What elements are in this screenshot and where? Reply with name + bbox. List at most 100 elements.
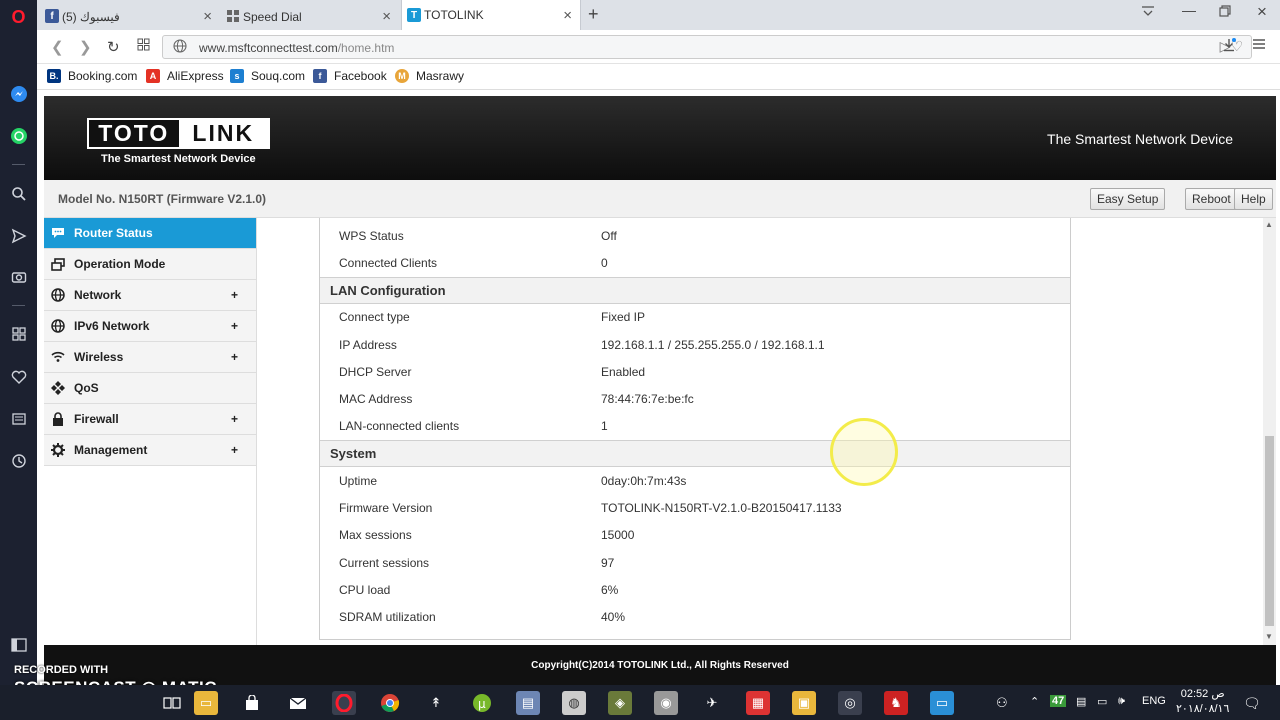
camera-icon[interactable] bbox=[8, 266, 29, 287]
page-scrollbar[interactable]: ▲ ▼ bbox=[1263, 218, 1276, 645]
close-icon[interactable]: × bbox=[382, 8, 391, 25]
menu-item-ipv6-network[interactable]: IPv6 Network + bbox=[44, 311, 256, 342]
battery-icon[interactable]: ▭ bbox=[1097, 695, 1107, 708]
expand-icon[interactable]: + bbox=[231, 443, 238, 457]
speed-dial-icon[interactable] bbox=[8, 323, 29, 344]
expand-icon[interactable]: + bbox=[231, 319, 238, 333]
scroll-up-icon[interactable]: ▲ bbox=[1265, 220, 1273, 229]
app-icon[interactable]: ▤ bbox=[516, 691, 540, 715]
system-clock[interactable]: 02:52 ص ٢٠١٨/٠٨/١٦ bbox=[1176, 687, 1229, 717]
row-value: 1 bbox=[601, 419, 608, 434]
expand-icon[interactable]: + bbox=[231, 350, 238, 364]
sidebar-toggle-icon[interactable] bbox=[8, 634, 29, 655]
close-icon[interactable]: × bbox=[203, 8, 212, 25]
search-icon[interactable] bbox=[8, 183, 29, 204]
expand-icon[interactable]: + bbox=[231, 288, 238, 302]
router-header: TOTO LINK The Smartest Network Device Th… bbox=[44, 96, 1276, 180]
scrollbar-thumb[interactable] bbox=[1265, 436, 1274, 626]
opera-taskbar-icon[interactable] bbox=[332, 691, 356, 715]
back-icon[interactable]: ❮ bbox=[51, 38, 64, 56]
tab-totolink[interactable]: T TOTOLINK × bbox=[401, 0, 581, 30]
people-icon[interactable]: ⚇ bbox=[996, 695, 1008, 711]
menu-item-qos[interactable]: QoS bbox=[44, 373, 256, 404]
app-icon[interactable]: ▣ bbox=[792, 691, 816, 715]
bookmark-masrawy[interactable]: M Masrawy bbox=[395, 69, 464, 83]
scroll-down-icon[interactable]: ▼ bbox=[1265, 632, 1273, 641]
app-icon[interactable]: ◎ bbox=[838, 691, 862, 715]
menu-item-firewall[interactable]: Firewall + bbox=[44, 404, 256, 435]
easy-setup-button[interactable]: Easy Setup bbox=[1090, 188, 1166, 210]
tabs-grid-icon[interactable] bbox=[137, 38, 150, 55]
status-content: WPS Status Off Connected Clients 0 LAN C… bbox=[257, 218, 1263, 645]
close-window-icon[interactable]: × bbox=[1257, 2, 1267, 22]
whatsapp-icon[interactable] bbox=[8, 125, 29, 146]
help-button[interactable]: Help bbox=[1234, 188, 1273, 210]
table-row: Connected Clients 0 bbox=[320, 249, 1070, 276]
cursor-highlight bbox=[830, 418, 898, 486]
menu-label: Management bbox=[74, 443, 148, 457]
chat-icon bbox=[51, 226, 65, 240]
language-indicator[interactable]: ENG bbox=[1142, 695, 1166, 707]
menu-item-router-status[interactable]: Router Status bbox=[44, 218, 256, 249]
send-icon[interactable] bbox=[8, 225, 29, 246]
reboot-button[interactable]: Reboot bbox=[1185, 188, 1238, 210]
table-row: MAC Address 78:44:76:7e:be:fc bbox=[320, 385, 1070, 412]
table-row: Current sessions 97 bbox=[320, 549, 1070, 576]
minimize-icon[interactable]: — bbox=[1182, 2, 1196, 18]
reload-icon[interactable]: ↻ bbox=[107, 38, 120, 56]
tab-speed-dial[interactable]: Speed Dial × bbox=[221, 3, 399, 30]
chrome-icon[interactable] bbox=[378, 691, 402, 715]
menu-item-management[interactable]: Management + bbox=[44, 435, 256, 466]
opera-logo-icon[interactable]: O bbox=[8, 7, 29, 28]
app-icon[interactable]: ✈ bbox=[700, 691, 724, 715]
messenger-icon[interactable] bbox=[8, 83, 29, 104]
tab-menu-icon[interactable] bbox=[1141, 4, 1155, 20]
bookmark-facebook[interactable]: f Facebook bbox=[313, 69, 387, 83]
chevron-up-icon[interactable]: ⌃ bbox=[1030, 695, 1039, 708]
new-tab-button[interactable]: + bbox=[588, 4, 599, 25]
forward-icon[interactable]: ❯ bbox=[79, 38, 92, 56]
tab-facebook[interactable]: f (5) فيسبوك × bbox=[40, 3, 220, 30]
menu-item-network[interactable]: Network + bbox=[44, 280, 256, 311]
app-icon[interactable]: ◈ bbox=[608, 691, 632, 715]
bookmark-souq[interactable]: s Souq.com bbox=[230, 69, 305, 83]
heart-icon[interactable] bbox=[8, 366, 29, 387]
file-explorer-icon[interactable]: ▭ bbox=[194, 691, 218, 715]
mail-icon[interactable] bbox=[286, 691, 310, 715]
row-label: WPS Status bbox=[339, 228, 404, 243]
menu-item-operation-mode[interactable]: Operation Mode bbox=[44, 249, 256, 280]
close-icon[interactable]: × bbox=[563, 7, 572, 24]
restore-icon[interactable] bbox=[1219, 4, 1231, 20]
volume-icon[interactable]: 🕪 bbox=[1118, 695, 1125, 708]
app-icon[interactable]: ↟ bbox=[424, 691, 448, 715]
header-tagline: The Smartest Network Device bbox=[1047, 131, 1233, 147]
wifi-icon bbox=[51, 350, 65, 364]
app-icon[interactable]: ◍ bbox=[562, 691, 586, 715]
router-page: TOTO LINK The Smartest Network Device Th… bbox=[44, 96, 1276, 685]
game-icon[interactable]: ♞ bbox=[884, 691, 908, 715]
table-row: Firmware Version TOTOLINK-N150RT-V2.1.0-… bbox=[320, 494, 1070, 521]
media-icon[interactable]: ◉ bbox=[654, 691, 678, 715]
svg-text:µ: µ bbox=[478, 697, 486, 711]
task-view-icon[interactable] bbox=[160, 691, 184, 715]
status-table: WPS Status Off Connected Clients 0 LAN C… bbox=[319, 218, 1071, 640]
menu-icon[interactable] bbox=[1252, 37, 1266, 54]
expand-icon[interactable]: + bbox=[231, 412, 238, 426]
table-row: Connect type Fixed IP bbox=[320, 304, 1070, 331]
notifications-icon[interactable]: 🗨 bbox=[1243, 695, 1261, 712]
news-icon[interactable] bbox=[8, 408, 29, 429]
download-icon[interactable] bbox=[1222, 38, 1236, 55]
url-field[interactable]: www.msftconnecttest.com/home.htm ▷♡ bbox=[162, 35, 1252, 59]
bookmark-aliexpress[interactable]: A AliExpress bbox=[146, 69, 224, 83]
battery-badge[interactable]: 47 bbox=[1050, 695, 1067, 707]
windows-icon bbox=[51, 257, 65, 271]
history-icon[interactable] bbox=[8, 450, 29, 471]
utorrent-icon[interactable]: µ bbox=[470, 691, 494, 715]
app-icon[interactable]: ▭ bbox=[930, 691, 954, 715]
app-tray-icon[interactable]: ▤ bbox=[1076, 695, 1086, 708]
bookmark-booking[interactable]: B. Booking.com bbox=[47, 69, 137, 83]
table-row: CPU load 6% bbox=[320, 576, 1070, 603]
menu-item-wireless[interactable]: Wireless + bbox=[44, 342, 256, 373]
store-icon[interactable] bbox=[240, 691, 264, 715]
app-icon[interactable]: ▦ bbox=[746, 691, 770, 715]
